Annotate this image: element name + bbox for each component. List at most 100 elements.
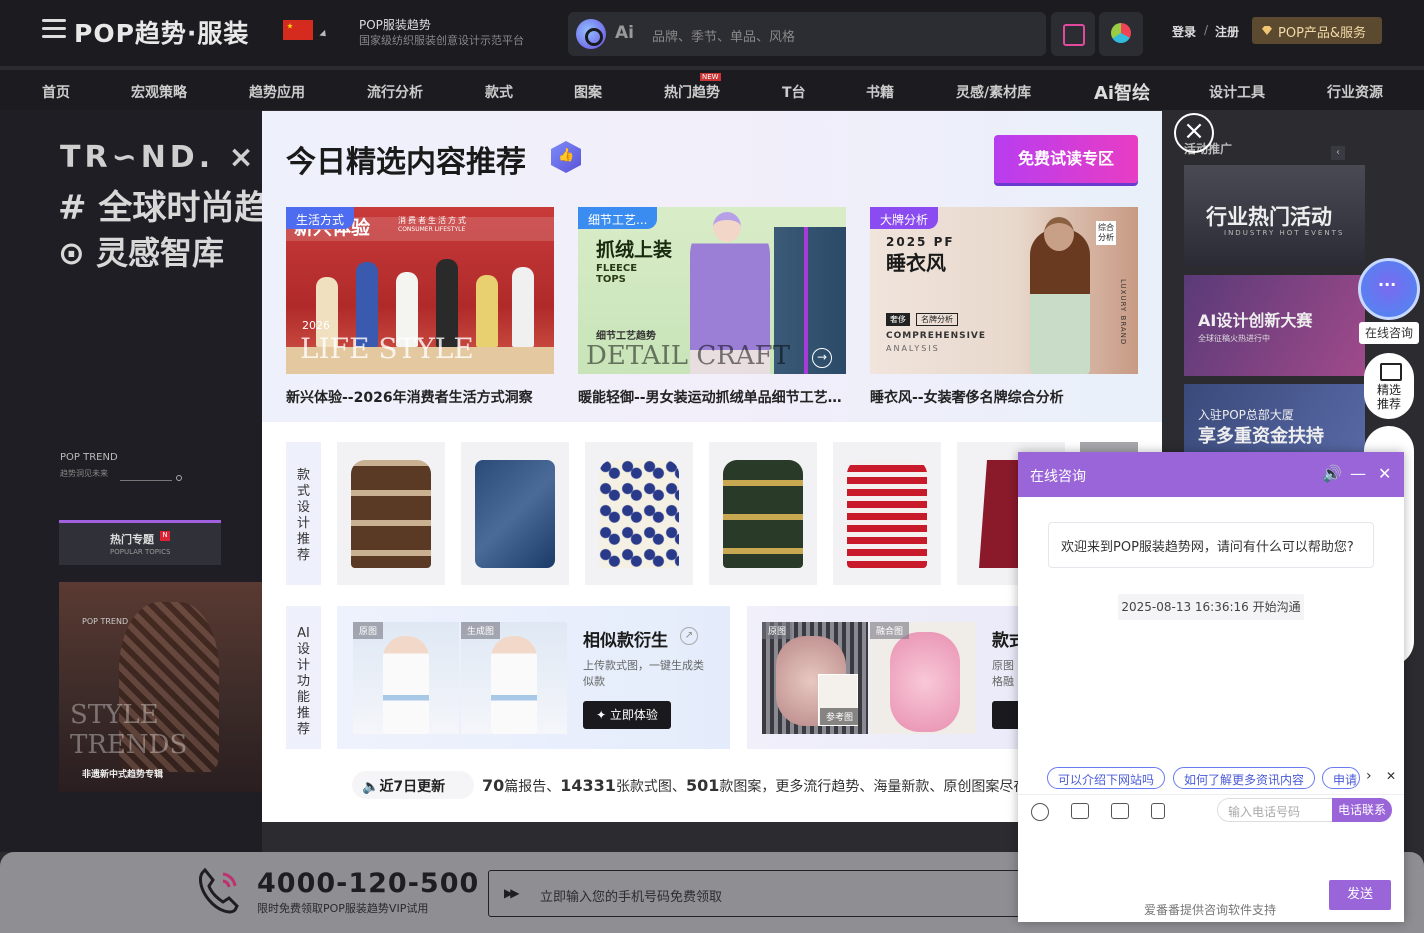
pattern-unit: 款图案，更多流行趋势、海量新款、原创图案尽在POP (719, 779, 1056, 795)
search-bar[interactable]: Ai 品牌、季节、单品、风格 (568, 12, 1046, 56)
hotline-number: 4000-120-500 (257, 868, 480, 899)
card-art-big: DETAIL CRAFT (586, 341, 790, 371)
style-item-image (847, 460, 927, 568)
nav-books[interactable]: 书籍 (866, 82, 894, 102)
model-dress-art (383, 636, 429, 734)
send-button[interactable]: 发送 (1329, 880, 1391, 910)
card-art-sub2: CONSUMER LIFESTYLE (398, 226, 466, 233)
image-icon[interactable] (1071, 803, 1089, 819)
promo-card-events[interactable]: 行业热门活动 INDUSTRY HOT EVENTS (1184, 165, 1365, 266)
products-services-button[interactable]: POP产品&服务 (1252, 17, 1382, 44)
card-art-chip2: 名牌分析 (916, 313, 958, 326)
card-art-year: 2026 (302, 319, 330, 332)
card-art-chip: 奢侈 (886, 313, 910, 326)
nav-macro-strategy[interactable]: 宏观策略 (131, 82, 187, 102)
search-input[interactable]: 品牌、季节、单品、风格 (652, 26, 795, 45)
featured-rec-button[interactable]: 精选 推荐 (1364, 353, 1414, 419)
image-search-button[interactable] (1051, 12, 1095, 56)
chat-title: 在线咨询 (1030, 469, 1086, 485)
emoji-icon[interactable] (1031, 803, 1049, 821)
pop-trend-sub: 趋势洞见未来 (60, 469, 108, 478)
main-nav: 首页 宏观策略 趋势应用 流行分析 款式 图案 热门趋势 NEW T台 书籍 灵… (0, 70, 1424, 110)
rec-card-caption[interactable]: 暖能轻御--男女装运动抓绒单品细节工艺… (578, 387, 846, 407)
vibrate-icon[interactable] (1151, 803, 1165, 819)
topic-card[interactable] (59, 582, 262, 792)
online-consult-label[interactable]: 在线咨询 (1359, 322, 1419, 344)
ai-panel-title: 相似款衍生 (583, 631, 668, 651)
style-item[interactable] (709, 442, 817, 585)
ai-similar-style-panel[interactable]: 原图 生成图 相似款衍生 ↗ 上传款式图，一键生成类似款 ✦ 立即体验 (337, 606, 730, 749)
chevron-left-icon[interactable]: ‹ (1331, 146, 1345, 160)
card-art-sub: FLEECE TOPS (596, 263, 638, 285)
folder-icon[interactable] (1111, 803, 1129, 819)
login-link[interactable]: 登录 (1172, 23, 1196, 40)
nav-styles[interactable]: 款式 (485, 82, 513, 102)
arrow-up-right-icon[interactable]: ↗ (680, 627, 698, 645)
chat-bubble-icon[interactable] (1358, 258, 1420, 320)
nav-inspiration[interactable]: 灵感/素材库 (956, 82, 1031, 102)
chat-window: 在线咨询 🔊 — ✕ 欢迎来到POP服装趋势网，请问有什么可以帮助您? 2025… (1018, 452, 1404, 922)
card-art-sub: 消费者生活方式 (398, 216, 468, 225)
rec-card-detail-craft[interactable]: 抓绒上装 FLEECE TOPS 细节工艺趋势 DETAIL CRAFT → 细… (578, 207, 846, 374)
promo-card-title: AI设计创新大赛 (1198, 311, 1313, 330)
trend-logo: TR∽ND. × (60, 140, 258, 175)
menu-icon[interactable] (42, 19, 66, 39)
style-item[interactable] (461, 442, 569, 585)
rec-card-brand-analysis[interactable]: 2025 PF 睡衣风 奢侈 名牌分析 COMPREHENSIVE ANALYS… (870, 207, 1138, 374)
phone-input[interactable]: 输入电话号码 (1217, 798, 1333, 822)
chat-start-time: 2025-08-13 16:36:16 开始沟通 (1118, 594, 1304, 620)
quick-reply-apply[interactable]: 申请 (1322, 767, 1360, 789)
style-count: 14331 (560, 776, 616, 795)
quick-reply-intro[interactable]: 可以介绍下网站吗 (1047, 767, 1166, 789)
quick-reply-more-info[interactable]: 如何了解更多资讯内容 (1173, 767, 1316, 789)
nav-design-tools[interactable]: 设计工具 (1209, 82, 1265, 102)
ai-search-icon[interactable] (576, 19, 606, 49)
rec-card-caption[interactable]: 新兴体验--2026年消费者生活方式洞察 (286, 387, 554, 407)
report-unit: 篇报告、 (504, 779, 561, 795)
nav-trend-application[interactable]: 趋势应用 (249, 82, 305, 102)
chat-header: 在线咨询 🔊 — ✕ (1018, 452, 1404, 497)
style-item[interactable] (585, 442, 693, 585)
rec-card-caption[interactable]: 睡衣风--女装奢侈名牌综合分析 (870, 387, 1138, 407)
style-item[interactable] (833, 442, 941, 585)
color-search-button[interactable] (1099, 12, 1143, 56)
chevron-right-icon[interactable]: › (1366, 768, 1372, 784)
free-trial-button[interactable]: 免费试读专区 (994, 135, 1138, 183)
arrow-right-icon[interactable]: → (812, 348, 832, 368)
card-art-luxury: LUXURY BRAND (1119, 279, 1127, 346)
site-logo[interactable]: POP趋势·服装 (74, 14, 249, 50)
nav-ai-draw[interactable]: Ai智绘 (1094, 79, 1150, 105)
updates-text: 70篇报告、14331张款式图、501款图案，更多流行趋势、海量新款、原创图案尽… (482, 776, 1055, 796)
nav-home[interactable]: 首页 (42, 82, 70, 102)
close-icon[interactable]: ✕ (1378, 464, 1391, 483)
rec-card-lifestyle[interactable]: 新兴体验 消费者生活方式 CONSUMER LIFESTYLE 2026 LIF… (286, 207, 554, 374)
promo-card-contest[interactable]: AI设计创新大赛 全球征稿火热进行中 (1184, 275, 1365, 376)
nav-hot-trends[interactable]: 热门趋势 (664, 82, 720, 102)
nav-trend-analysis[interactable]: 流行分析 (367, 82, 423, 102)
top-header: POP趋势·服装 POP服装趋势 国家级纺织服装创意设计示范平台 Ai 品牌、季… (0, 0, 1424, 66)
speaker-icon[interactable]: 🔊 (1322, 464, 1342, 483)
fused-image: 融合图 (870, 622, 976, 734)
card-art-zip (804, 227, 808, 374)
nav-runway[interactable]: T台 (782, 82, 806, 102)
chevron-down-icon[interactable] (319, 29, 329, 40)
phone-contact-button[interactable]: 电话联系 (1332, 798, 1392, 822)
updates-label: 🔈近7日更新 (362, 776, 445, 796)
dot-icon (176, 475, 182, 481)
style-item[interactable] (337, 442, 445, 585)
close-icon[interactable]: ✕ (1386, 769, 1396, 783)
modal-close-icon[interactable]: × (1174, 113, 1214, 153)
original-image: 原图 参考图 (762, 622, 868, 734)
hot-topics-title: 热门专题 (110, 533, 154, 546)
register-link[interactable]: 注册 (1215, 23, 1239, 40)
china-flag-icon[interactable] (283, 20, 313, 40)
card-category-tag: 细节工艺... (578, 207, 658, 229)
minimize-icon[interactable]: — (1350, 464, 1366, 483)
topic-card-art: STYLE TRENDS (70, 700, 187, 760)
try-now-button[interactable]: ✦ 立即体验 (583, 701, 671, 729)
card-art-big: LIFE STYLE (300, 332, 474, 365)
site-subtitle: 国家级纺织服装创意设计示范平台 (359, 34, 524, 47)
chat-footer: 爱番番提供咨询软件支持 (1144, 903, 1277, 917)
nav-patterns[interactable]: 图案 (574, 82, 602, 102)
nav-industry-resources[interactable]: 行业资源 (1327, 82, 1383, 102)
